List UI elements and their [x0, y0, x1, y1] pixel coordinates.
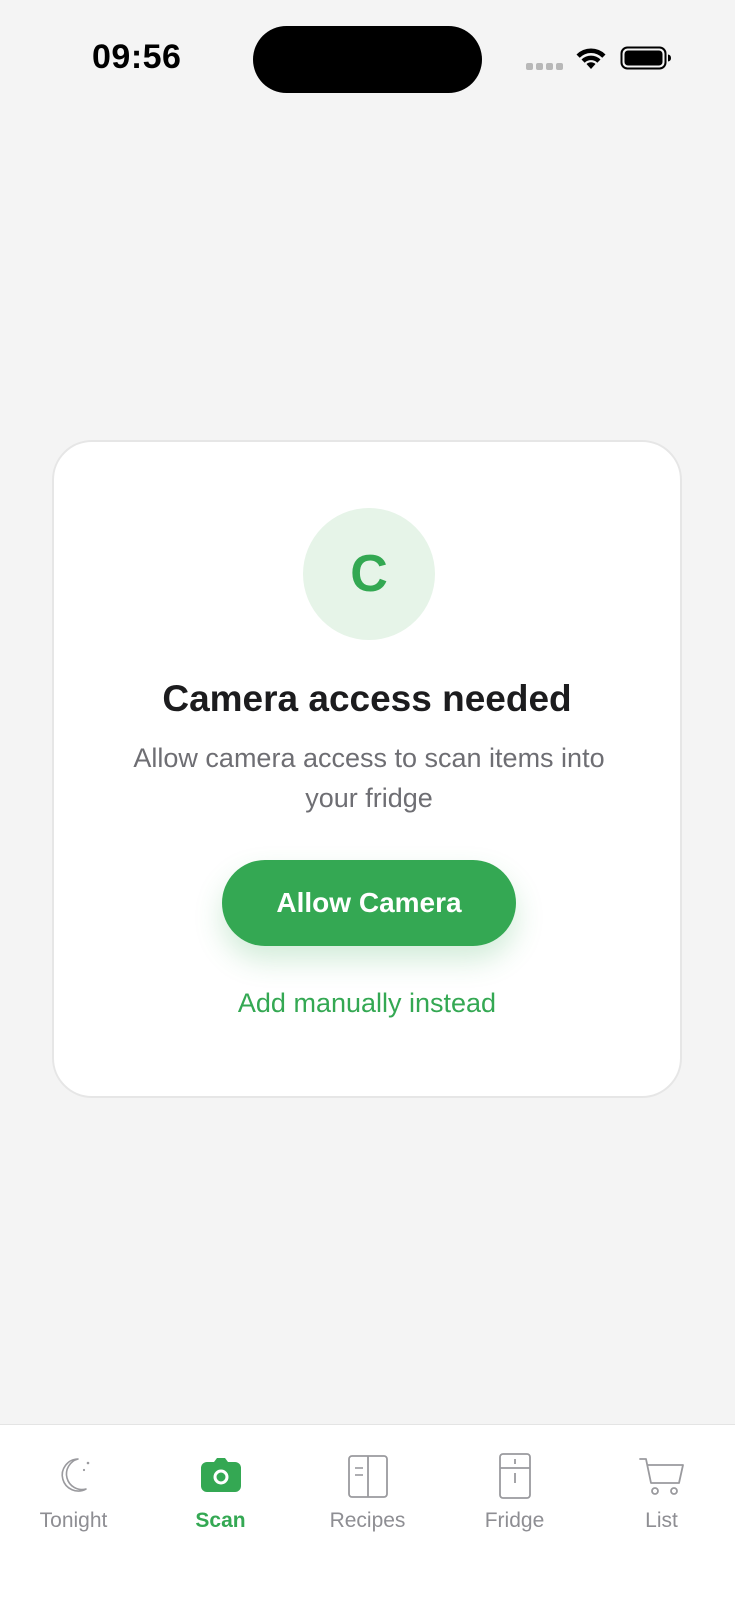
book-icon [347, 1455, 388, 1498]
card-description: Allow camera access to scan items into y… [133, 743, 605, 813]
dynamic-island [253, 26, 482, 93]
tab-list[interactable]: List [588, 1425, 735, 1545]
tab-label-tonight: Tonight [39, 1509, 108, 1532]
tab-fridge[interactable]: Fridge [441, 1425, 588, 1545]
tab-label-fridge: Fridge [484, 1509, 545, 1532]
cellular-signal-icon [526, 63, 563, 70]
add-manually-link[interactable]: Add manually instead [54, 988, 680, 1019]
fridge-icon [498, 1453, 531, 1499]
tab-scan[interactable]: Scan [147, 1425, 294, 1545]
status-bar: 09:56 [0, 0, 735, 120]
card-title: Camera access needed [162, 678, 572, 719]
tab-bar: Tonight Scan Recipes Fridge List [0, 1424, 735, 1600]
tab-recipes[interactable]: Recipes [294, 1425, 441, 1545]
allow-camera-button[interactable]: Allow Camera [222, 860, 516, 946]
cart-icon [638, 1458, 684, 1495]
moon-icon [60, 1458, 89, 1492]
camera-permission-card: C Camera access needed Allow camera acce… [52, 440, 682, 1098]
camera-icon [200, 1458, 241, 1492]
tab-label-recipes: Recipes [329, 1509, 406, 1532]
tab-label-scan: Scan [195, 1509, 246, 1532]
status-time: 09:56 [92, 38, 182, 76]
camera-avatar: C [303, 508, 435, 640]
tab-label-list: List [645, 1509, 678, 1532]
battery-icon [620, 46, 671, 70]
tab-tonight[interactable]: Tonight [0, 1425, 147, 1545]
wifi-icon [576, 48, 606, 69]
